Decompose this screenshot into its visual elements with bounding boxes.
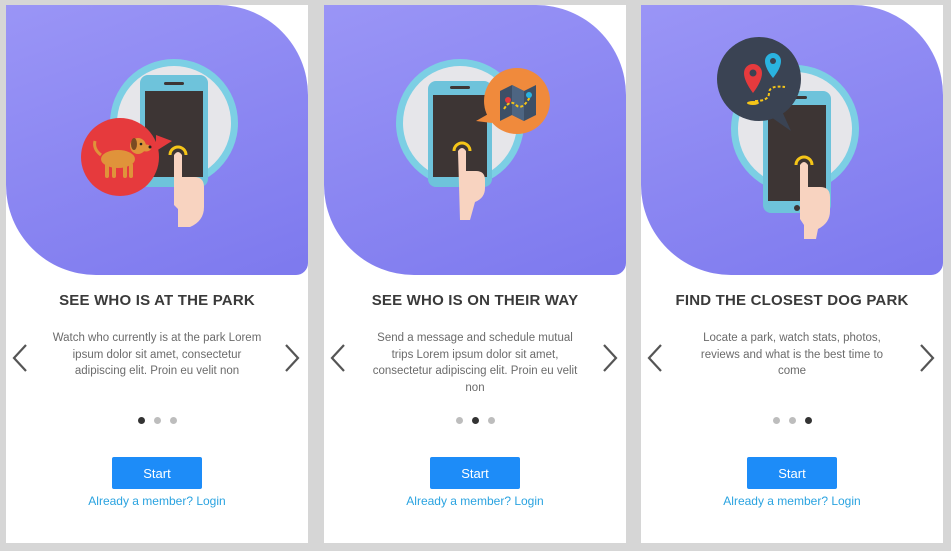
page-dot-3[interactable]: [169, 417, 177, 424]
hero-banner: [324, 5, 626, 275]
start-button[interactable]: Start: [430, 457, 520, 489]
login-link[interactable]: Already a member? Login: [324, 494, 626, 508]
next-slide-button[interactable]: [282, 343, 302, 373]
onboarding-card-1: SEE WHO IS AT THE PARK Watch who current…: [6, 5, 308, 543]
hero-banner: [6, 5, 308, 275]
onboarding-card-2: SEE WHO IS ON THEIR WAY Send a message a…: [324, 5, 626, 543]
start-button[interactable]: Start: [747, 457, 837, 489]
prev-slide-button[interactable]: [328, 343, 348, 373]
pagination-dots: [324, 417, 626, 424]
next-slide-button[interactable]: [600, 343, 620, 373]
slide-title: SEE WHO IS ON THEIR WAY: [371, 292, 579, 309]
page-dot-2[interactable]: [471, 417, 479, 424]
start-button[interactable]: Start: [112, 457, 202, 489]
chevron-left-icon: [12, 344, 27, 372]
slide-description: Locate a park, watch stats, photos, revi…: [700, 332, 884, 377]
prev-slide-button[interactable]: [645, 343, 665, 373]
login-link[interactable]: Already a member? Login: [6, 494, 308, 508]
slide-title: FIND THE CLOSEST DOG PARK: [675, 292, 909, 309]
phone-tap-illustration: [396, 59, 550, 220]
page-dot-3[interactable]: [487, 417, 495, 424]
prev-slide-button[interactable]: [10, 343, 30, 373]
chevron-left-icon: [647, 344, 662, 372]
chevron-left-icon: [330, 344, 345, 372]
hero-banner: [641, 5, 943, 275]
slide-description: Send a message and schedule mutual trips…: [372, 332, 578, 394]
page-dot-2[interactable]: [788, 417, 796, 424]
chevron-right-icon: [603, 344, 618, 372]
slide-description: Watch who currently is at the park Lorem…: [52, 332, 262, 377]
page-dot-1[interactable]: [137, 417, 145, 424]
phone-tap-illustration: [81, 59, 238, 227]
slide-title: SEE WHO IS AT THE PARK: [59, 292, 255, 309]
chevron-right-icon: [920, 344, 935, 372]
page-dot-1[interactable]: [455, 417, 463, 424]
onboarding-card-3: FIND THE CLOSEST DOG PARK Locate a park,…: [641, 5, 943, 543]
pagination-dots: [641, 417, 943, 424]
pagination-dots: [6, 417, 308, 424]
page-dot-2[interactable]: [153, 417, 161, 424]
login-link[interactable]: Already a member? Login: [641, 494, 943, 508]
page-dot-1[interactable]: [772, 417, 780, 424]
page-dot-3[interactable]: [804, 417, 812, 424]
chevron-right-icon: [285, 344, 300, 372]
next-slide-button[interactable]: [917, 343, 937, 373]
phone-tap-illustration: [717, 37, 859, 239]
